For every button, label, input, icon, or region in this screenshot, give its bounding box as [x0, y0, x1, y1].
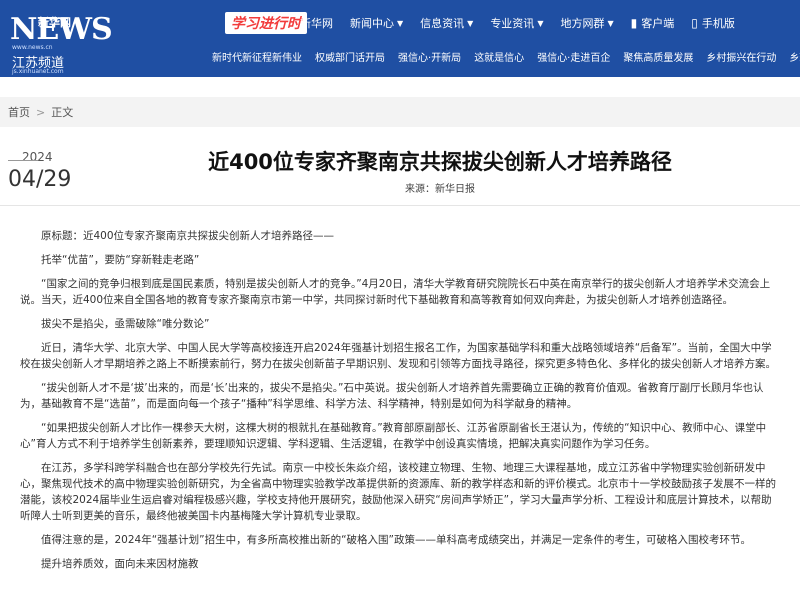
- divider: [0, 205, 800, 206]
- subnav-link[interactable]: 乡村振兴在行动: [706, 49, 776, 64]
- paragraph: 托举“优苗”，要防“穿新鞋走老路”: [41, 254, 200, 266]
- date-month-day: 04/29: [8, 167, 72, 192]
- nav-local[interactable]: 地方网群 ▼: [560, 15, 613, 31]
- nav-label: 地方网群: [560, 17, 605, 30]
- paragraph: “国家之间的竞争归根到底是国民素质，特别是拔尖创新人才的竞争。”4月20日，清华…: [20, 278, 771, 306]
- site-header: NEWS 新华网 www.news.cn 江苏频道 js.xinhuanet.c…: [0, 0, 800, 77]
- breadcrumb-current: 正文: [51, 106, 74, 119]
- breadcrumb-separator: >: [36, 105, 46, 119]
- sub-nav: 新时代新征程新伟业 权威部门话开局 强信心·开新局 这就是信心 强信心·走进百企…: [212, 47, 800, 65]
- subnav-link[interactable]: 权威部门话开局: [315, 49, 385, 64]
- chevron-down-icon: ▼: [467, 18, 474, 28]
- article-body: 原标题：近400位专家齐聚南京共探拔尖创新人才培养路径—— 托举“优苗”，要防“…: [20, 228, 780, 580]
- paragraph: 原标题：近400位专家齐聚南京共探拔尖创新人才培养路径——: [41, 230, 335, 242]
- paragraph: “如果把拔尖创新人才比作一棵参天大树，这棵大树的根就扎在基础教育。”教育部原副部…: [20, 422, 767, 450]
- paragraph: 值得注意的是，2024年“强基计划”招生中，有多所高校推出新的“破格入围”政策—…: [41, 534, 751, 546]
- subnav-link[interactable]: 新时代新征程新伟业: [212, 49, 302, 64]
- nav-label: 新闻中心: [350, 17, 394, 30]
- nav-news-center[interactable]: 新闻中心 ▼: [350, 15, 403, 31]
- chevron-down-icon: ▼: [537, 18, 544, 28]
- article-title: 近400位专家齐聚南京共探拔尖创新人才培养路径: [208, 150, 672, 174]
- channel-url: js.xinhuanet.com: [12, 68, 64, 75]
- phone-icon: ▯: [691, 16, 698, 30]
- subnav-link[interactable]: 强信心·走进百企: [537, 49, 610, 64]
- nav-professional[interactable]: 专业资讯 ▼: [490, 15, 543, 31]
- paragraph: 在江苏，多学科跨学科融合也在部分学校先行先试。南京一中校长朱焱介绍，该校建立物理…: [20, 462, 776, 522]
- site-logo[interactable]: NEWS 新华网 www.news.cn 江苏频道 js.xinhuanet.c…: [10, 6, 120, 75]
- logo-text: 新华网: [38, 16, 71, 29]
- nav-xinhuanet[interactable]: 新华网: [300, 15, 333, 31]
- paragraph: “拔尖创新人才不是‘拔’出来的，而是‘长’出来的，拔尖不是掐尖。”石中英说。拔尖…: [20, 382, 764, 410]
- subnav-link[interactable]: 这就是信心: [474, 49, 524, 64]
- nav-label: 手机版: [701, 17, 735, 30]
- paragraph: 提升培养质效，面向未来因材施教: [41, 558, 199, 570]
- breadcrumb-home[interactable]: 首页: [8, 104, 30, 120]
- paragraph: 拔尖不是掐尖，亟需破除“唯分数论”: [41, 318, 210, 330]
- date-year: 2024: [22, 150, 53, 164]
- brand-link[interactable]: 学习进行时: [225, 12, 307, 34]
- subnav-link[interactable]: 乡环: [789, 49, 800, 64]
- app-icon: ▮: [630, 16, 638, 30]
- nav-label: 新华网: [300, 17, 333, 30]
- nav-mobile[interactable]: ▯ 手机版: [691, 15, 735, 31]
- nav-client[interactable]: ▮ 客户端: [631, 15, 675, 31]
- top-nav: 新华网 新闻中心 ▼ 信息资讯 ▼ 专业资讯 ▼ 地方网群 ▼ ▮ 客户端 ▯ …: [300, 8, 752, 38]
- nav-info[interactable]: 信息资讯 ▼: [420, 15, 473, 31]
- date-divider: [8, 160, 38, 161]
- nav-label: 信息资讯: [420, 17, 465, 30]
- chevron-down-icon: ▼: [607, 18, 614, 28]
- article-source: 来源：新华日报: [405, 184, 475, 195]
- nav-label: 客户端: [641, 17, 675, 30]
- paragraph: 近日，清华大学、北京大学、中国人民大学等高校接连开启2024年强基计划招生报名工…: [20, 342, 776, 370]
- logo-url: www.news.cn: [12, 44, 53, 51]
- subnav-link[interactable]: 强信心·开新局: [398, 49, 461, 64]
- chevron-down-icon: ▼: [397, 18, 404, 28]
- nav-label: 专业资讯: [490, 17, 535, 30]
- breadcrumb: 首页 > 正文: [0, 97, 800, 127]
- subnav-link[interactable]: 聚焦高质量发展: [623, 49, 693, 64]
